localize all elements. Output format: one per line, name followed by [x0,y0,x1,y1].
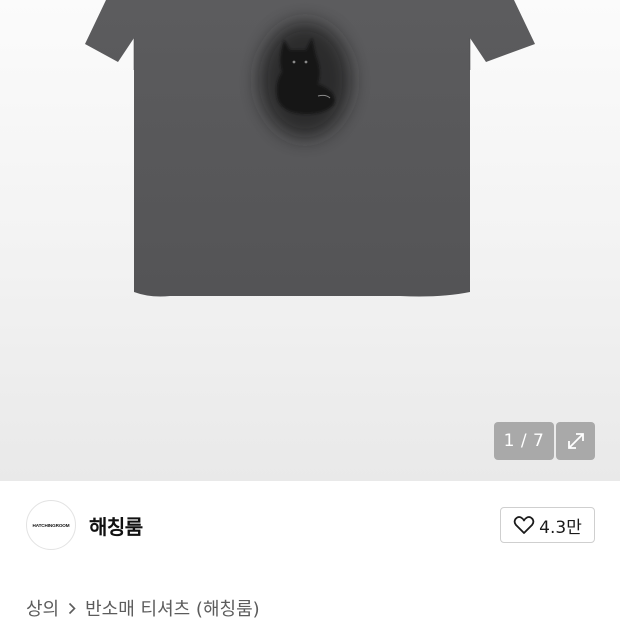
breadcrumb-subcategory[interactable]: 반소매 티셔츠 (해칭룸) [85,595,260,620]
image-counter-text: 1 / 7 [503,431,545,451]
product-image-gallery[interactable]: 1 / 7 [0,0,620,481]
expand-image-button[interactable] [556,422,595,460]
expand-arrows-icon [567,433,584,449]
heart-outline-icon [513,516,535,534]
brand-row: HATCHINGROOM 해칭룸 4.3만 [0,481,620,569]
brand-logo[interactable]: HATCHINGROOM [26,500,76,550]
breadcrumb-category[interactable]: 상의 [26,595,59,620]
like-count: 4.3만 [539,517,582,538]
like-button[interactable]: 4.3만 [500,507,595,543]
product-image[interactable] [0,0,620,481]
chevron-right-icon [68,602,76,615]
brand-name[interactable]: 해칭룸 [89,511,143,540]
breadcrumb: 상의 반소매 티셔츠 (해칭룸) [26,596,260,620]
image-counter: 1 / 7 [494,422,554,460]
brand-logo-text: HATCHINGROOM [32,522,70,528]
